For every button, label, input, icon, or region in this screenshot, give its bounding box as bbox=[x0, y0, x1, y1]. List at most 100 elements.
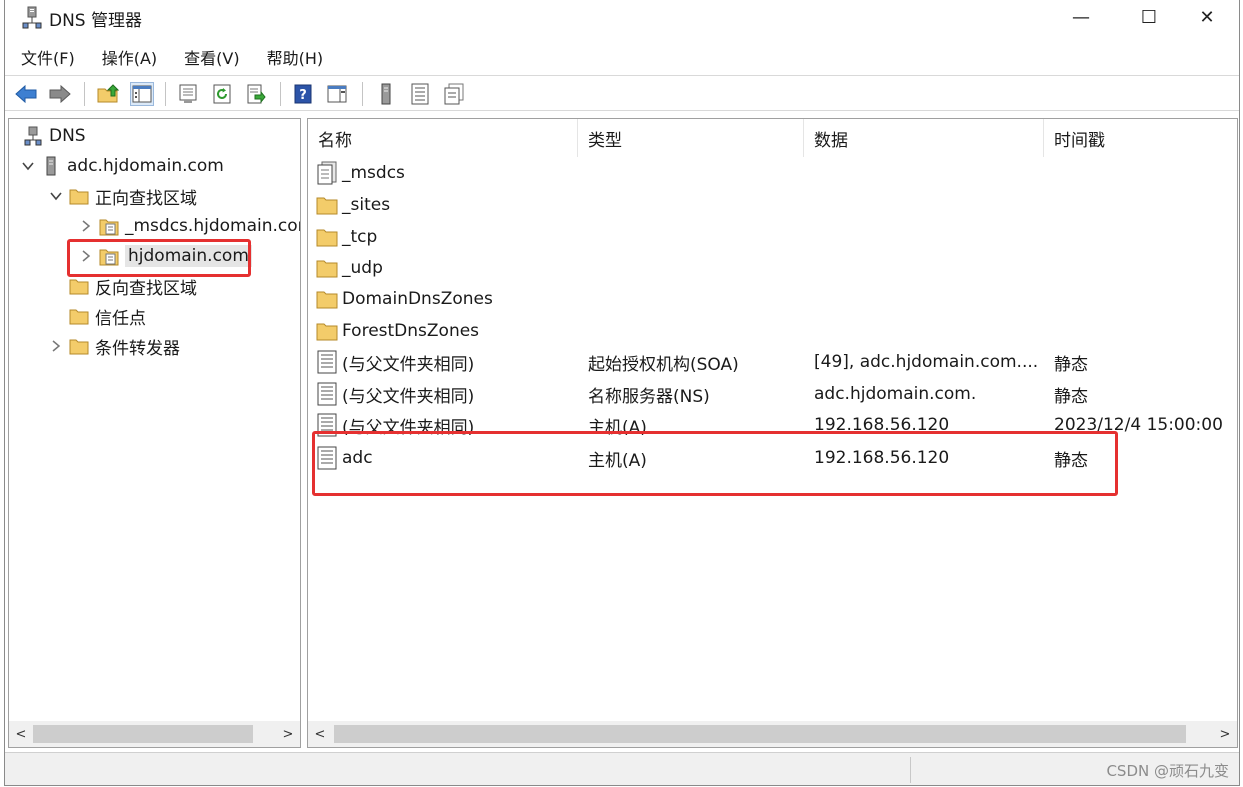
tree-item-trust-points[interactable]: 信任点 bbox=[65, 302, 146, 330]
export-icon[interactable] bbox=[244, 82, 268, 106]
zone-icon[interactable] bbox=[408, 82, 432, 106]
svg-text:?: ? bbox=[299, 88, 307, 103]
tree-label: _msdcs.hjdomain.com bbox=[125, 216, 301, 236]
column-header-timestamp[interactable]: 时间戳 bbox=[1044, 119, 1237, 157]
record-name: _sites bbox=[342, 195, 391, 215]
record-icon bbox=[316, 350, 338, 374]
tree-label: 条件转发器 bbox=[95, 338, 180, 359]
menu-action[interactable]: 操作(A) bbox=[100, 41, 159, 73]
tree-item-server[interactable]: adc.hjdomain.com bbox=[19, 152, 224, 180]
record-name: _msdcs bbox=[342, 163, 405, 183]
title-bar: DNS 管理器 — ☐ ✕ bbox=[5, 0, 1239, 36]
record-name: _tcp bbox=[342, 227, 378, 247]
close-button[interactable]: ✕ bbox=[1173, 0, 1241, 34]
record-type: 起始授权机构(SOA) bbox=[588, 354, 739, 375]
back-icon[interactable] bbox=[14, 82, 38, 106]
toolbar: ? bbox=[5, 75, 1239, 111]
toolbar-divider bbox=[280, 82, 281, 106]
record-name: (与父文件夹相同) bbox=[342, 386, 475, 407]
tree-item-dns[interactable]: DNS bbox=[19, 122, 86, 150]
action-pane-icon[interactable] bbox=[325, 82, 349, 106]
tree-label: DNS bbox=[49, 126, 86, 146]
folder-icon bbox=[69, 276, 89, 296]
refresh-icon[interactable] bbox=[210, 82, 234, 106]
column-header-data[interactable]: 数据 bbox=[804, 119, 1044, 157]
dns-manager-window: DNS 管理器 — ☐ ✕ 文件(F) 操作(A) 查看(V) 帮助(H) ? … bbox=[4, 0, 1240, 786]
toolbar-divider bbox=[84, 82, 85, 106]
record-data: adc.hjdomain.com. bbox=[814, 384, 977, 404]
dns-app-icon bbox=[22, 6, 42, 30]
minimize-button[interactable]: — bbox=[1047, 0, 1115, 34]
record-timestamp: 静态 bbox=[1054, 354, 1088, 375]
tree-horizontal-scrollbar[interactable]: < > bbox=[9, 721, 300, 747]
toolbar-divider bbox=[362, 82, 363, 106]
list-item[interactable]: (与父文件夹相同) 名称服务器(NS) adc.hjdomain.com. 静态 bbox=[308, 379, 1237, 409]
status-bar: CSDN @顽石九变 bbox=[5, 752, 1239, 785]
properties-icon[interactable] bbox=[176, 82, 200, 106]
list-item[interactable]: DomainDnsZones bbox=[308, 284, 1237, 314]
status-divider bbox=[910, 757, 911, 783]
list-item[interactable]: _udp bbox=[308, 253, 1237, 283]
tree-item-msdcs-zone[interactable]: _msdcs.hjdomain.com bbox=[77, 212, 301, 240]
scroll-thumb[interactable] bbox=[334, 725, 1186, 743]
menu-file[interactable]: 文件(F) bbox=[19, 41, 77, 73]
tree-item-forward-zones[interactable]: 正向查找区域 bbox=[47, 182, 197, 210]
list-item[interactable]: _sites bbox=[308, 190, 1237, 220]
record-icon bbox=[316, 382, 338, 406]
chevron-right-icon[interactable] bbox=[77, 217, 95, 235]
window-title: DNS 管理器 bbox=[49, 11, 143, 31]
toolbar-divider bbox=[165, 82, 166, 106]
dns-root-icon bbox=[23, 126, 43, 146]
scroll-left-icon[interactable]: < bbox=[11, 721, 31, 747]
list-item[interactable]: _tcp bbox=[308, 222, 1237, 252]
record-data: [49], adc.hjdomain.com.... bbox=[814, 352, 1039, 372]
column-header-type[interactable]: 类型 bbox=[578, 119, 804, 157]
folder-icon bbox=[316, 319, 338, 343]
list-item[interactable]: (与父文件夹相同) 起始授权机构(SOA) [49], adc.hjdomain… bbox=[308, 347, 1237, 377]
server-icon bbox=[41, 156, 61, 176]
list-item[interactable]: _msdcs bbox=[308, 158, 1237, 188]
list-item[interactable]: ForestDnsZones bbox=[308, 316, 1237, 346]
record-name: ForestDnsZones bbox=[342, 321, 480, 341]
scroll-right-icon[interactable]: > bbox=[278, 721, 298, 747]
zone-copy-icon[interactable] bbox=[442, 82, 466, 106]
show-tree-icon[interactable] bbox=[130, 82, 154, 106]
record-timestamp: 静态 bbox=[1054, 386, 1088, 407]
tree-label: 反向查找区域 bbox=[95, 278, 197, 299]
record-name: _udp bbox=[342, 258, 383, 278]
folder-icon bbox=[316, 193, 338, 217]
record-name: DomainDnsZones bbox=[342, 289, 493, 309]
folder-icon bbox=[316, 225, 338, 249]
chevron-down-icon[interactable] bbox=[19, 157, 37, 175]
scroll-thumb[interactable] bbox=[33, 725, 253, 743]
scroll-right-icon[interactable]: > bbox=[1215, 721, 1235, 747]
folder-icon bbox=[316, 287, 338, 311]
annotation-highlight-box bbox=[312, 431, 1118, 496]
annotation-highlight-box bbox=[67, 239, 251, 277]
folder-icon bbox=[316, 256, 338, 280]
tree-label: 正向查找区域 bbox=[95, 188, 197, 209]
record-type: 名称服务器(NS) bbox=[588, 386, 710, 407]
chevron-down-icon[interactable] bbox=[47, 187, 65, 205]
up-folder-icon[interactable] bbox=[96, 82, 120, 106]
column-header-name[interactable]: 名称 bbox=[308, 119, 578, 157]
tree-label: 信任点 bbox=[95, 308, 146, 329]
chevron-right-icon[interactable] bbox=[47, 337, 65, 355]
forward-icon[interactable] bbox=[48, 82, 72, 106]
menu-help[interactable]: 帮助(H) bbox=[265, 41, 326, 73]
records-list-pane: 名称 类型 数据 时间戳 _msdcs _sites _tcp _udp Dom… bbox=[307, 118, 1238, 748]
help-icon[interactable]: ? bbox=[291, 82, 315, 106]
record-name: (与父文件夹相同) bbox=[342, 354, 475, 375]
watermark-text: CSDN @顽石九变 bbox=[1106, 762, 1229, 780]
server-icon[interactable] bbox=[374, 82, 398, 106]
folder-icon bbox=[69, 306, 89, 326]
tree-label: adc.hjdomain.com bbox=[67, 156, 224, 176]
scroll-left-icon[interactable]: < bbox=[310, 721, 330, 747]
list-horizontal-scrollbar[interactable]: < > bbox=[308, 721, 1237, 747]
console-tree-pane: DNS adc.hjdomain.com 正向查找区域 _msdcs.hjdom… bbox=[8, 118, 301, 748]
delegated-zone-icon bbox=[316, 161, 338, 185]
menu-view[interactable]: 查看(V) bbox=[182, 41, 241, 73]
folder-icon bbox=[69, 336, 89, 356]
zone-icon bbox=[99, 216, 119, 236]
tree-item-conditional-forwarders[interactable]: 条件转发器 bbox=[47, 332, 180, 360]
